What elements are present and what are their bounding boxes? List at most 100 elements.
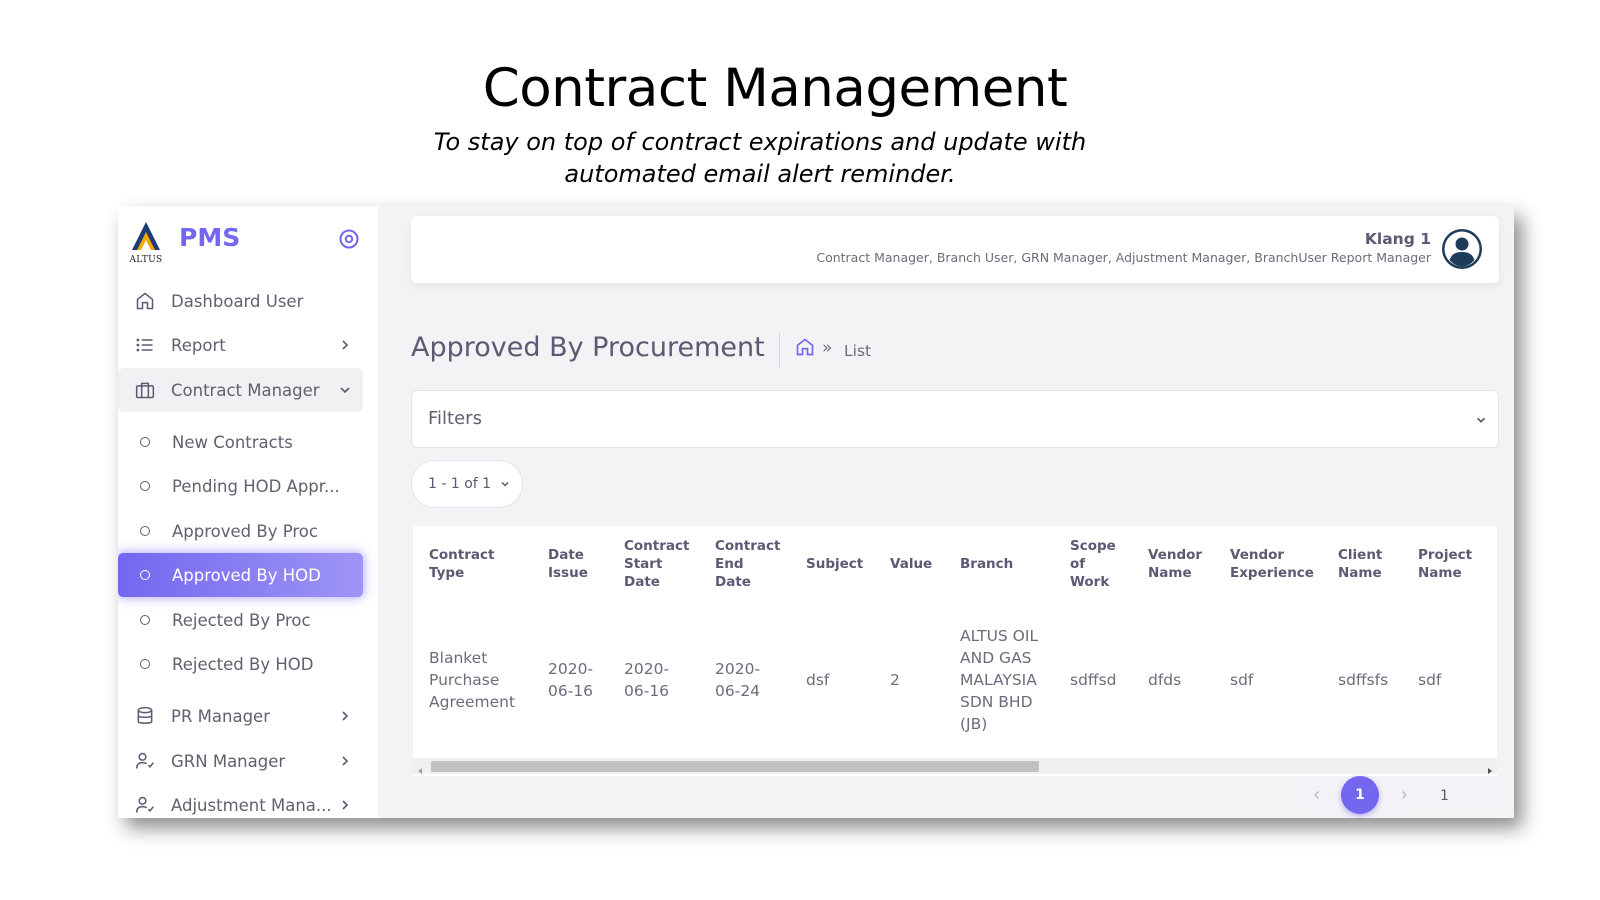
sidebar-item-label: Approved By HOD	[172, 565, 321, 585]
table-cell: sdffsd	[1070, 671, 1117, 689]
page-jump-input[interactable]: 1	[1428, 778, 1498, 812]
sidebar-item-label: Contract Manager	[171, 380, 320, 400]
sidebar-item-label: Report	[171, 335, 226, 355]
slide-title: Contract Management	[482, 58, 1068, 119]
breadcrumb-current: List	[844, 342, 872, 360]
column-header[interactable]: Branch	[944, 526, 1054, 602]
sidebar-item-adjustment-manager[interactable]: Adjustment Mana...	[118, 783, 363, 818]
table-row[interactable]: Blanket Purchase Agreement 2020-06-16 20…	[413, 602, 1497, 758]
table-cell: ALTUS OIL AND GAS MALAYSIA SDN BHD (JB)	[960, 627, 1039, 733]
scroll-right-arrow-icon[interactable]	[1486, 762, 1494, 774]
sidebar-item-label: Adjustment Mana...	[171, 795, 332, 815]
logo-text: ALTUS	[129, 255, 163, 265]
sidebar-item-label: Pending HOD Appr...	[172, 476, 340, 496]
top-navbar: Klang 1 Contract Manager, Branch User, G…	[411, 216, 1499, 283]
chevron-left-icon	[1314, 791, 1319, 799]
page-range-label: 1 - 1 of 1	[428, 476, 492, 492]
next-page-button[interactable]	[1385, 776, 1423, 814]
sidebar-item-new-contracts[interactable]: New Contracts	[118, 420, 363, 464]
chevron-right-icon	[337, 708, 353, 724]
column-header[interactable]: Scope of Work	[1054, 526, 1132, 602]
page-range-dropdown[interactable]: 1 - 1 of 1	[411, 460, 523, 508]
sidebar-item-label: Dashboard User	[171, 291, 304, 311]
breadcrumb-home-icon[interactable]	[795, 337, 815, 359]
user-name[interactable]: Klang 1	[1365, 230, 1431, 248]
horizontal-scrollbar[interactable]	[413, 758, 1497, 774]
scroll-left-arrow-icon[interactable]	[416, 762, 424, 774]
sidebar-item-grn-manager[interactable]: GRN Manager	[118, 739, 363, 783]
column-header[interactable]: Contract Start Date	[608, 526, 699, 602]
altus-logo: ALTUS	[128, 220, 164, 265]
chevron-down-icon	[499, 478, 511, 490]
column-header[interactable]: Vendor Name	[1132, 526, 1214, 602]
sidebar-item-rejected-by-hod[interactable]: Rejected By HOD	[118, 642, 363, 686]
title-divider	[779, 332, 780, 368]
table-cell: sdffsfs	[1338, 671, 1389, 689]
page-title: Approved By Procurement	[411, 332, 765, 363]
table-header-row: Contract Type Date Issue Contract Start …	[413, 526, 1497, 602]
circle-icon	[140, 659, 150, 669]
column-header[interactable]: Contract Type	[413, 526, 532, 602]
sidebar-item-label: Rejected By HOD	[172, 654, 314, 674]
chevron-down-icon	[337, 382, 353, 398]
table-cell: dsf	[806, 671, 830, 689]
sidebar-item-report[interactable]: Report	[118, 323, 363, 367]
sidebar-item-label: New Contracts	[172, 432, 293, 452]
circle-icon	[140, 437, 150, 447]
column-header[interactable]: Contract End Date	[699, 526, 790, 602]
sidebar-item-label: Approved By Proc	[172, 521, 318, 541]
circle-icon	[140, 526, 150, 536]
column-header[interactable]: Date Issue	[532, 526, 608, 602]
avatar-icon[interactable]	[1441, 228, 1483, 270]
user-roles: Contract Manager, Branch User, GRN Manag…	[816, 250, 1431, 265]
list-icon	[134, 334, 156, 356]
sidebar-item-approved-by-hod[interactable]: Approved By HOD	[118, 553, 363, 597]
sidebar-item-contract-manager[interactable]: Contract Manager	[118, 368, 363, 412]
home-icon	[134, 290, 156, 312]
table-cell: sdf	[1230, 671, 1254, 689]
database-icon	[134, 705, 156, 727]
table-cell: dfds	[1148, 671, 1182, 689]
table-cell: Blanket Purchase Agreement	[429, 649, 516, 711]
sidebar-toggle-icon[interactable]	[338, 228, 360, 250]
sidebar-item-label: PR Manager	[171, 706, 270, 726]
contracts-table-container: Contract Type Date Issue Contract Start …	[413, 526, 1497, 776]
user-check-icon	[134, 750, 156, 772]
table-cell: 2020-06-16	[548, 660, 594, 700]
sidebar-item-pr-manager[interactable]: PR Manager	[118, 694, 363, 738]
chevron-right-icon	[337, 797, 353, 813]
sidebar: ALTUS PMS Dashboard User Report Contract…	[118, 206, 378, 818]
scrollbar-thumb[interactable]	[431, 761, 1039, 772]
table-cell: 2	[890, 671, 900, 689]
circle-icon	[140, 615, 150, 625]
circle-icon	[140, 570, 150, 580]
column-header[interactable]: Subject	[790, 526, 874, 602]
briefcase-icon	[134, 379, 156, 401]
filters-panel[interactable]: Filters	[411, 390, 1499, 448]
sidebar-item-rejected-by-proc[interactable]: Rejected By Proc	[118, 598, 363, 642]
column-header[interactable]: Value	[874, 526, 944, 602]
table-cell: sdf	[1418, 671, 1442, 689]
chevron-down-icon	[1474, 413, 1488, 427]
contracts-table: Contract Type Date Issue Contract Start …	[413, 526, 1497, 758]
column-header[interactable]: Project Name	[1402, 526, 1497, 602]
slide-subtitle: To stay on top of contract expirations a…	[433, 128, 1087, 188]
table-cell: 2020-06-16	[624, 660, 670, 700]
sidebar-item-dashboard-user[interactable]: Dashboard User	[118, 279, 363, 323]
app-window: ALTUS PMS Dashboard User Report Contract…	[118, 206, 1514, 818]
sidebar-item-approved-by-proc[interactable]: Approved By Proc	[118, 509, 363, 553]
prev-page-button[interactable]	[1298, 776, 1336, 814]
brand-name: PMS	[179, 223, 241, 252]
chevron-right-icon	[1402, 791, 1407, 799]
sidebar-item-pending-hod-approval[interactable]: Pending HOD Appr...	[118, 464, 363, 508]
chevron-right-icon	[337, 337, 353, 353]
chevron-right-icon	[337, 753, 353, 769]
user-check-icon	[134, 794, 156, 816]
sidebar-item-label: GRN Manager	[171, 751, 286, 771]
brand[interactable]: ALTUS PMS	[128, 218, 368, 268]
sidebar-item-label: Rejected By Proc	[172, 610, 311, 630]
column-header[interactable]: Client Name	[1322, 526, 1402, 602]
page-button-current[interactable]: 1	[1341, 776, 1379, 814]
circle-icon	[140, 481, 150, 491]
column-header[interactable]: Vendor Experience	[1214, 526, 1322, 602]
